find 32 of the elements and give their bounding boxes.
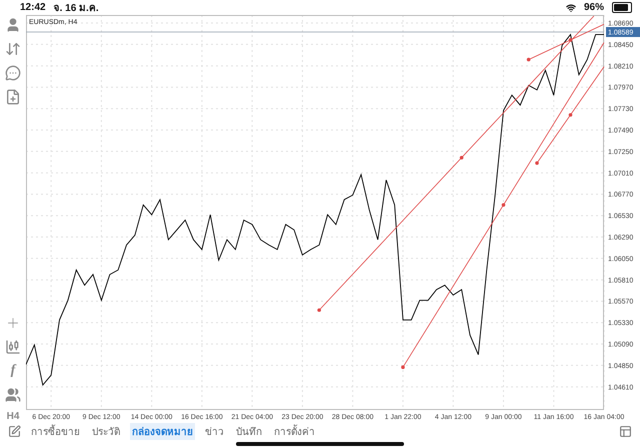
account-icon[interactable] bbox=[5, 17, 21, 33]
timeframe-button[interactable]: H4 bbox=[6, 411, 20, 422]
crosshair-icon[interactable] bbox=[5, 315, 21, 331]
people-icon[interactable] bbox=[5, 387, 21, 403]
new-document-icon[interactable] bbox=[5, 89, 21, 105]
layout-icon[interactable] bbox=[619, 424, 632, 438]
home-indicator[interactable] bbox=[236, 442, 404, 446]
point bbox=[460, 156, 464, 160]
point bbox=[526, 58, 530, 62]
point bbox=[568, 113, 572, 117]
chat-icon[interactable] bbox=[5, 65, 21, 81]
point bbox=[568, 38, 572, 42]
tab[interactable]: กล่องจดหมาย bbox=[130, 422, 195, 440]
tab[interactable]: การตั้งค่า bbox=[272, 422, 317, 440]
point bbox=[317, 308, 321, 312]
battery-percent: 96% bbox=[584, 2, 604, 13]
battery-icon bbox=[612, 2, 632, 13]
indicator-button[interactable]: f bbox=[10, 363, 16, 379]
point bbox=[535, 161, 539, 165]
point bbox=[401, 365, 405, 369]
point bbox=[502, 203, 506, 207]
tab[interactable]: บันทึก bbox=[234, 422, 264, 440]
tab[interactable]: ประวัติ bbox=[90, 422, 122, 440]
trendline[interactable] bbox=[526, 24, 604, 62]
wifi-icon bbox=[566, 2, 576, 12]
trade-arrows-icon[interactable] bbox=[5, 41, 21, 57]
edit-icon[interactable] bbox=[8, 424, 21, 438]
clock: 12:42 bbox=[20, 2, 46, 13]
candlestick-icon[interactable] bbox=[5, 339, 21, 355]
tab[interactable]: ข่าว bbox=[203, 422, 226, 440]
tab[interactable]: การซื้อขาย bbox=[29, 422, 82, 440]
date: จ. 16 ม.ค. bbox=[54, 2, 99, 15]
